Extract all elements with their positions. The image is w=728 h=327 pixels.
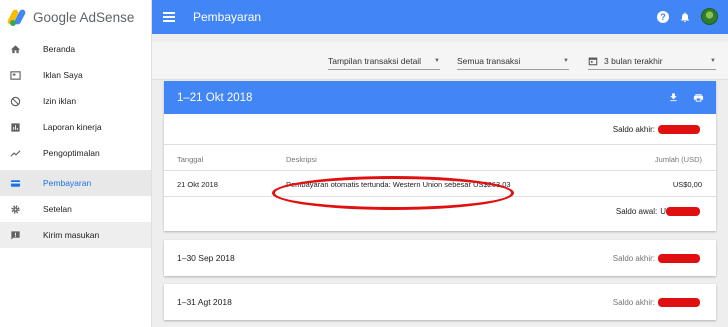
period-header[interactable]: 1–21 Okt 2018 xyxy=(164,81,716,114)
row-amount: US$0,00 xyxy=(672,180,702,189)
redaction-mark xyxy=(658,125,700,134)
calendar-icon xyxy=(588,57,598,66)
sidebar-item-label: Beranda xyxy=(43,44,76,54)
period-title: 1–21 Okt 2018 xyxy=(177,91,253,104)
top-app-bar: Pembayaran ? xyxy=(152,0,728,34)
date-range-select[interactable]: 3 bulan terakhir ▼ xyxy=(588,56,716,70)
sidebar-item-label: Iklan Saya xyxy=(43,70,83,80)
column-header-amount: Jumlah (USD) xyxy=(654,155,702,164)
payment-icon xyxy=(10,178,21,189)
sidebar-item-pengoptimalan[interactable]: Pengoptimalan xyxy=(0,140,151,166)
sidebar-item-setelan[interactable]: Setelan xyxy=(0,196,151,222)
date-range-value: 3 bulan terakhir xyxy=(604,56,663,66)
period-panel-oct: 1–21 Okt 2018 Saldo akhir: Tanggal Deskr… xyxy=(164,81,716,231)
feedback-icon xyxy=(10,230,21,241)
redaction-mark xyxy=(666,207,700,216)
sidebar-item-kirim-masukan[interactable]: Kirim masukan xyxy=(0,222,151,248)
menu-icon[interactable] xyxy=(163,12,175,22)
end-balance-label: Saldo akhir: xyxy=(612,298,655,307)
help-icon[interactable]: ? xyxy=(657,10,669,23)
end-balance-label: Saldo akhir: xyxy=(612,254,655,263)
sidebar-item-iklan-saya[interactable]: Iklan Saya xyxy=(0,62,151,88)
end-balance: Saldo akhir: xyxy=(613,254,700,263)
print-icon[interactable] xyxy=(693,92,704,103)
transaction-type-select[interactable]: Semua transaksi ▼ xyxy=(457,56,569,70)
column-header-description: Deskripsi xyxy=(286,155,317,164)
period-title: 1–31 Agt 2018 xyxy=(177,297,232,307)
trending-up-icon xyxy=(10,148,21,159)
chevron-down-icon: ▼ xyxy=(710,58,716,64)
end-balance-label: Saldo akhir: xyxy=(612,125,655,134)
row-date: 21 Okt 2018 xyxy=(177,180,218,189)
sidebar-item-pembayaran[interactable]: Pembayaran xyxy=(0,170,151,196)
sidebar-item-laporan-kinerja[interactable]: Laporan kinerja xyxy=(0,114,151,140)
end-balance-row: Saldo akhir: xyxy=(164,114,716,145)
adsense-logo-icon xyxy=(6,8,27,26)
brand-name: Google AdSense xyxy=(33,9,135,25)
brand[interactable]: Google AdSense xyxy=(0,0,151,34)
sidebar-item-beranda[interactable]: Beranda xyxy=(0,36,151,62)
page-title: Pembayaran xyxy=(193,10,262,24)
chevron-down-icon: ▼ xyxy=(434,58,440,64)
sidebar: Google AdSense Beranda Iklan Saya Izin i… xyxy=(0,0,152,327)
table-header: Tanggal Deskripsi Jumlah (USD) xyxy=(164,145,716,171)
gear-icon xyxy=(10,204,21,215)
download-icon[interactable] xyxy=(668,92,679,103)
highlight-ellipse xyxy=(272,176,514,210)
sidebar-item-label: Setelan xyxy=(43,204,72,214)
home-icon xyxy=(10,44,21,55)
sidebar-item-izin-iklan[interactable]: Izin iklan xyxy=(0,88,151,114)
chevron-down-icon: ▼ xyxy=(563,58,569,64)
filter-bar: Tampilan transaksi detail ▼ Semua transa… xyxy=(152,42,728,80)
period-panel-aug[interactable]: 1–31 Agt 2018 Saldo akhir: xyxy=(164,284,716,320)
redaction-mark xyxy=(658,298,700,307)
sidebar-item-label: Pembayaran xyxy=(43,178,92,188)
bell-icon[interactable] xyxy=(679,11,691,23)
sidebar-item-label: Kirim masukan xyxy=(43,230,100,240)
start-balance-label: Saldo awal: xyxy=(615,207,658,216)
start-balance: Saldo awal: U xyxy=(616,207,700,216)
sidebar-item-label: Laporan kinerja xyxy=(43,122,102,132)
view-select-value: Tampilan transaksi detail xyxy=(328,56,422,66)
avatar[interactable] xyxy=(701,8,718,25)
column-header-date: Tanggal xyxy=(177,155,204,164)
period-title: 1–30 Sep 2018 xyxy=(177,253,235,263)
view-select[interactable]: Tampilan transaksi detail ▼ xyxy=(328,56,440,70)
ad-units-icon xyxy=(10,70,21,81)
period-panel-sep[interactable]: 1–30 Sep 2018 Saldo akhir: xyxy=(164,240,716,276)
sidebar-item-label: Izin iklan xyxy=(43,96,77,106)
end-balance: Saldo akhir: xyxy=(613,125,700,134)
sidebar-item-label: Pengoptimalan xyxy=(43,148,100,158)
bar-chart-icon xyxy=(10,122,21,133)
redaction-mark xyxy=(658,254,700,263)
block-icon xyxy=(10,96,21,107)
end-balance: Saldo akhir: xyxy=(613,298,700,307)
transaction-type-value: Semua transaksi xyxy=(457,56,521,66)
